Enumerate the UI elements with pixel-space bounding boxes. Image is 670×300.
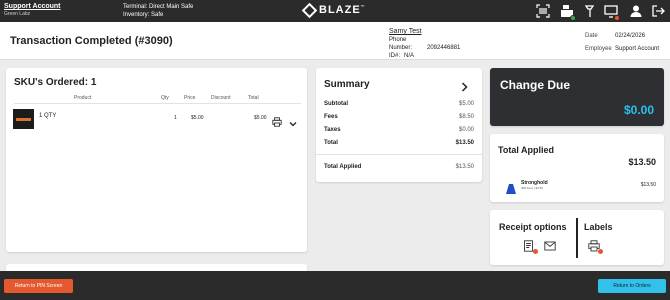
- return-to-pin-button[interactable]: Return to PIN Screen: [4, 279, 73, 293]
- receipt-icon[interactable]: [523, 240, 538, 254]
- column-header-discount: Discount: [211, 95, 231, 101]
- label-printer-icon[interactable]: [588, 240, 603, 254]
- labels-title: Labels: [584, 222, 613, 232]
- customer-name[interactable]: Samy Test: [389, 28, 460, 36]
- logout-icon[interactable]: [651, 4, 665, 18]
- logo-diamond-icon: [301, 2, 318, 18]
- summary-row-subtotal: Subtotal $5.00: [324, 101, 474, 107]
- receipt-status-dot: [533, 249, 538, 254]
- top-bar: Support Account Green Labz Terminal: Dir…: [0, 0, 670, 22]
- change-due-title: Change Due: [500, 78, 571, 92]
- summary-title: Summary: [324, 79, 370, 90]
- divider: [576, 218, 578, 258]
- column-header-product: Product: [74, 95, 92, 101]
- register-icon[interactable]: [560, 4, 576, 21]
- change-due-amount: $0.00: [623, 103, 654, 117]
- blaze-logo: BLAZE™: [301, 2, 366, 18]
- return-to-orders-button[interactable]: Return to Orders: [598, 279, 666, 293]
- column-header-total: Total: [248, 95, 259, 101]
- column-header-qty: Qty: [161, 95, 169, 101]
- total-applied-amount: $13.50: [628, 157, 656, 167]
- total-applied-title: Total Applied: [498, 145, 554, 155]
- sku-title: SKU's Ordered: 1: [14, 77, 97, 88]
- change-due-card: Change Due $0.00: [490, 68, 664, 126]
- product-qty: 1: [174, 115, 177, 121]
- product-total: $5.00: [254, 115, 267, 121]
- divider: [316, 154, 482, 155]
- customer-phone: Phone Number: 2092446881: [389, 37, 461, 51]
- customer-id: ID#: N/A: [389, 53, 415, 59]
- terminal-label: Terminal: Direct Main Safe: [123, 4, 194, 10]
- scan-icon[interactable]: [536, 4, 550, 18]
- user-icon[interactable]: [629, 4, 643, 18]
- logo-text: BLAZE™: [319, 4, 366, 16]
- product-thumbnail: [13, 109, 34, 129]
- account-name[interactable]: Support Account: [4, 3, 61, 11]
- sku-card: SKU's Ordered: 1 Product Qty Price Disco…: [6, 68, 307, 252]
- inventory-label: Inventory: Safe: [123, 12, 164, 18]
- account-info[interactable]: Support Account Green Labz: [4, 3, 61, 18]
- chevron-right-icon[interactable]: [460, 79, 469, 92]
- account-company: Green Labz: [4, 11, 31, 17]
- monitor-icon[interactable]: [604, 4, 620, 21]
- mail-icon[interactable]: [544, 240, 556, 252]
- payment-method-detail: (Bill Fee) | $3.50: [521, 186, 543, 190]
- label-status-dot: [598, 249, 603, 254]
- receipt-options-card: Receipt options Labels: [490, 210, 664, 265]
- payment-method-amount: $13.50: [640, 182, 656, 188]
- date-row: Date 02/24/2026: [585, 33, 646, 39]
- total-applied-card: Total Applied $13.50 Stronghold (Bill Fe…: [490, 134, 664, 202]
- tools-icon[interactable]: [583, 4, 597, 18]
- summary-row-total-applied: Total Applied $13.50: [324, 164, 474, 170]
- transaction-header: Transaction Completed (#3090) Samy Test …: [0, 22, 670, 60]
- divider: [14, 103, 301, 104]
- customer-info: Samy Test Phone Number: 2092446881 ID#: N/…: [389, 28, 460, 60]
- receipt-options-title: Receipt options: [499, 222, 567, 232]
- product-price: $5.00: [191, 115, 204, 121]
- terminal-info: Terminal: Direct Main Safe Inventory: Sa…: [123, 3, 193, 19]
- column-header-price: Price: [184, 95, 196, 101]
- product-name: 1 QTY: [39, 113, 57, 119]
- chevron-down-icon[interactable]: [289, 115, 297, 127]
- summary-row-taxes: Taxes $0.00: [324, 127, 474, 133]
- page-title: Transaction Completed (#3090): [10, 35, 173, 47]
- register-status-dot: [570, 15, 576, 21]
- printer-icon[interactable]: [272, 114, 282, 127]
- stronghold-icon: [506, 181, 516, 194]
- date-employee-info: Date 02/24/2026 Employee Support Account: [585, 30, 659, 56]
- summary-row-total: Total $13.50: [324, 140, 474, 146]
- summary-row-fees: Fees $8.50: [324, 114, 474, 120]
- monitor-status-dot: [614, 15, 620, 21]
- summary-card: Summary Subtotal $5.00 Fees $8.50 Taxes $0.…: [316, 68, 482, 182]
- employee-row: Employee Support Account: [585, 46, 660, 52]
- footer-bar: Return to PIN Screen Return to Orders: [0, 271, 670, 300]
